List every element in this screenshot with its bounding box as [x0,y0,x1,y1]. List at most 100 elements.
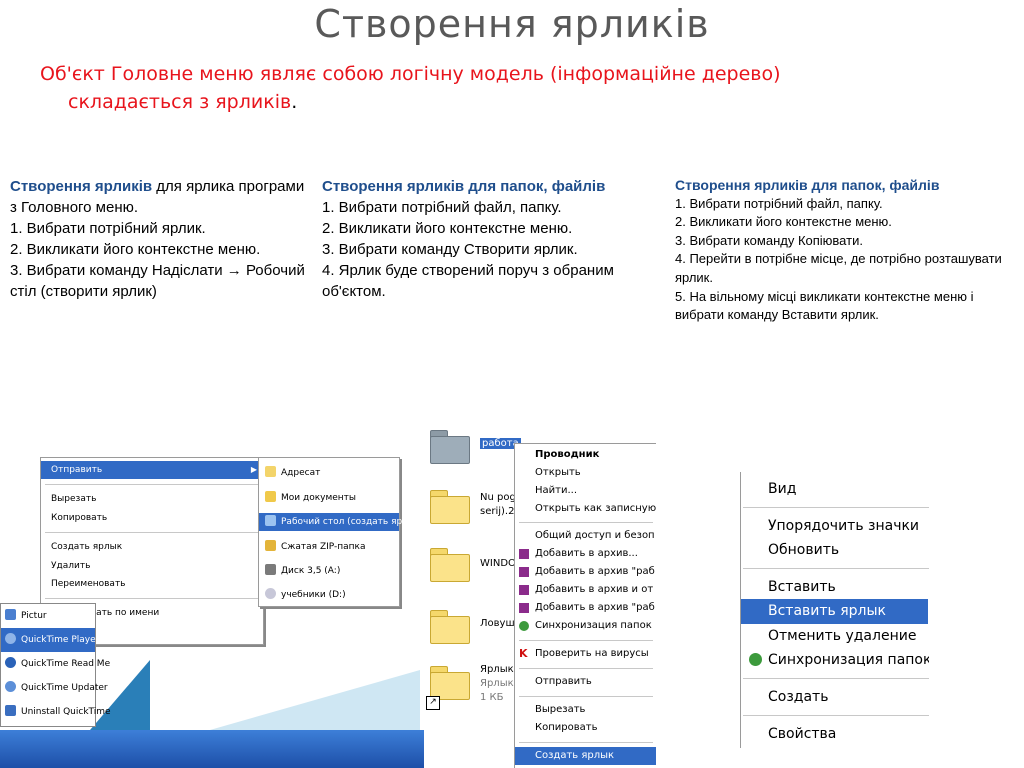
submenu-item-desktop-shortcut[interactable]: Рабочий стол (создать ярлык) [259,513,424,531]
menu-item-add-archive-named-send[interactable]: Добавить в архив "раб [515,599,656,617]
folder-icon[interactable] [430,666,470,700]
menu-separator [743,678,929,679]
menu-separator [743,715,929,716]
program-item[interactable]: Uninstall QuickTime [1,700,111,724]
menu-item-delete[interactable]: Удалить [41,557,263,575]
file-label[interactable]: Ловуш [480,618,515,629]
winrar-icon [519,549,529,559]
menu-item-copy[interactable]: Копировать [515,719,656,737]
submenu-label: учебники (D:) [281,590,346,600]
desktop-icon [265,515,276,526]
program-item[interactable]: QuickTime Updater [1,676,108,700]
submenu-item-zip[interactable]: Сжатая ZIP-папка [259,538,399,556]
col1-step-1: 1. Вибрати потрібний ярлик. [10,220,206,237]
menu-item-send[interactable]: Отправить [515,673,656,691]
program-item[interactable]: QuickTime Read Me [1,652,110,676]
menu-item-explorer[interactable]: Проводник [515,446,656,464]
col3-step-5: 5. На вільному місці викликати контекстн… [675,288,974,323]
menu-item-properties[interactable]: Свойства [741,722,929,747]
submenu-label: Сжатая ZIP-папка [281,542,366,552]
menu-label: Проверить на вирусы [535,648,649,659]
col1-step-2: 2. Викликати його контекстне меню. [10,241,261,258]
submenu-item-my-documents[interactable]: Мои документы [259,489,399,507]
menu-item-add-archive-send[interactable]: Добавить в архив и от [515,581,656,599]
menu-item-undo-delete[interactable]: Отменить удаление [741,624,929,649]
col2-step-3: 3. Вибрати команду Створити ярлик. [322,241,578,258]
submenu-label: Адресат [281,468,321,478]
sync-icon [519,621,529,631]
slide-title: Створення ярликів [314,2,710,46]
menu-item-create[interactable]: Создать [741,685,929,710]
file-label[interactable]: WINDO [480,558,516,569]
lead-line-2-text: складається з ярликів [68,91,292,113]
winrar-icon [519,585,529,595]
col3-step-3: 3. Вибрати команду Копіювати. [675,232,863,248]
file-label[interactable]: Ярлык [480,664,514,675]
program-label: QuickTime Read Me [21,659,111,669]
program-item[interactable]: QuickTime Player [1,628,99,652]
cd-drive-icon [265,588,276,599]
col2-step-4: 4. Ярлик буде створений поруч з обраним … [322,262,614,300]
file-type: Ярлык [480,678,514,689]
file-label: serij).2 [480,506,515,517]
menu-item-cut[interactable]: Вырезать [41,490,263,508]
col3-step-2: 2. Викликати його контекстне меню. [675,214,892,230]
folder-icon[interactable] [430,548,470,582]
menu-separator [519,668,653,669]
app-icon [5,609,16,620]
folder-icon[interactable] [430,490,470,524]
col1-heading-line: Створення ярликів для ярлика програми з … [10,176,305,218]
mail-icon [265,466,276,477]
submenu-item-recipient[interactable]: Адресат [259,464,399,482]
menu-label: Добавить в архив "раб [535,602,655,613]
menu-item-open[interactable]: Открыть [515,464,656,482]
col2-step-1: 1. Вибрати потрібний файл, папку. [322,199,562,216]
col2-heading: Створення ярликів для папок, файлів [322,178,606,195]
menu-label: Синхронизация папок [768,652,929,668]
menu-item-add-archive[interactable]: Добавить в архив... [515,545,656,563]
folder-icon[interactable] [430,610,470,644]
menu-separator [45,484,259,485]
instructions-column-1: Створення ярликів для ярлика програми з … [10,176,305,302]
menu-item-paste[interactable]: Вставить [741,575,929,600]
menu-item-rename[interactable]: Переименовать [41,575,263,593]
folder-icon[interactable] [430,430,470,464]
menu-item-cut[interactable]: Вырезать [515,701,656,719]
submenu-item-floppy[interactable]: Диск 3,5 (A:) [259,562,399,580]
program-label: Uninstall QuickTime [21,707,111,717]
menu-item-open-notepad[interactable]: Открыть как записную [515,500,656,518]
col2-step-2: 2. Викликати його контекстне меню. [322,220,573,237]
menu-item-create-shortcut[interactable]: Создать ярлык [41,538,263,556]
menu-item-sharing[interactable]: Общий доступ и безоп [515,527,656,545]
menu-separator [519,522,653,523]
program-label: QuickTime Updater [21,683,108,693]
lead-dot: . [291,91,298,113]
menu-item-sync[interactable]: Синхронизация папок [515,617,656,635]
menu-item-create-shortcut[interactable]: Создать ярлык [515,747,656,766]
col1-heading: Створення ярликів [10,178,153,195]
sync-icon [749,653,762,666]
lead-text: Об'єкт Головне меню являє собою логічну … [40,60,940,116]
menu-item-copy[interactable]: Копировать [41,509,263,527]
program-item[interactable]: Pictur [1,604,95,628]
program-label: Pictur [21,611,47,621]
file-label[interactable]: Nu pog [480,492,516,503]
menu-item-add-archive-named[interactable]: Добавить в архив "раб [515,563,656,581]
menu-separator [45,532,259,533]
menu-item-find[interactable]: Найти... [515,482,656,500]
menu-item-virus-check[interactable]: K Проверить на вирусы [515,645,656,663]
folder-icon [265,491,276,502]
taskbar [0,730,424,768]
menu-item-view[interactable]: Вид [741,477,929,502]
quicktime-icon [5,633,16,644]
menu-item-sync-folders[interactable]: Синхронизация папок [741,648,929,673]
submenu-label: Мои документы [281,493,357,503]
submenu-item-drive-d[interactable]: учебники (D:) [259,586,399,604]
menu-separator [45,598,259,599]
menu-item-paste-shortcut[interactable]: Вставить ярлык [741,599,928,624]
menu-item-arrange-icons[interactable]: Упорядочить значки [741,514,929,539]
menu-item-send[interactable]: Отправить ▶ [41,461,263,479]
menu-item-refresh[interactable]: Обновить [741,538,929,563]
instructions-column-2: Створення ярликів для папок, файлів 1. В… [322,176,662,302]
chevron-right-icon: ▶ [250,465,257,474]
